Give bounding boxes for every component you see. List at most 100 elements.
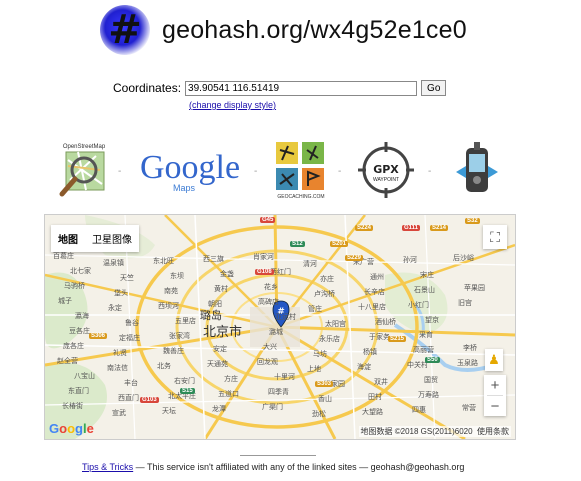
map-place-label: 望京: [425, 317, 439, 324]
map-place-label: 苹果园: [464, 285, 485, 292]
map-type-control: 地图 卫星图像: [51, 225, 139, 252]
map-place-label: 东直门: [68, 388, 89, 395]
map-place-label: 百葛庄: [53, 253, 74, 260]
map-place-label: 酒仙桥: [375, 319, 396, 326]
road-shield: S224: [355, 225, 374, 231]
tips-and-tricks-link[interactable]: Tips & Tricks: [82, 462, 133, 472]
coordinates-input[interactable]: [185, 80, 418, 96]
separator: -: [428, 166, 432, 177]
road-shield: G103: [140, 397, 159, 403]
openstreetmap-label: OpenStreetMap: [63, 144, 106, 150]
google-watermark: Google: [49, 421, 94, 436]
map-place-label: 永乐店: [319, 336, 340, 343]
gpx-waypoint-link[interactable]: GPX WAYPOINT: [356, 140, 416, 200]
map-place-label: 田村: [368, 394, 382, 401]
map-place-label: 广渠门: [262, 404, 283, 411]
map-place-label: 八宝山: [74, 373, 95, 380]
map-view[interactable]: # 百葛庄 温泉镇 东北旺 西三旗 肖家河 清河 来广营 孙河 后沙峪 北七家 天竺 东坝 金盏 西红门亦…: [44, 214, 516, 440]
map-place-label: 卢沟桥: [314, 291, 335, 298]
map-place-label: 十八里店: [358, 304, 386, 311]
map-place-label: 张家湾: [169, 333, 190, 340]
zoom-control: + −: [484, 375, 506, 416]
hash-glyph: #: [108, 7, 142, 53]
map-place-label: 清河: [303, 261, 317, 268]
coordinates-label: Coordinates:: [113, 81, 182, 95]
map-place-label: 石景山: [414, 287, 435, 294]
google-maps-logo-icon: Google Maps: [140, 149, 240, 193]
map-place-label: 香山: [318, 396, 332, 403]
zoom-out-button[interactable]: −: [484, 396, 506, 416]
map-place-label: 管庄: [308, 306, 322, 313]
road-shield: S32: [465, 218, 480, 224]
map-place-label: 常营: [462, 405, 476, 412]
map-place-label: 杨镇: [363, 349, 377, 356]
road-shield: S15: [180, 388, 195, 394]
go-button[interactable]: Go: [421, 80, 447, 96]
map-place-label: 宣武: [112, 410, 126, 417]
map-place-label: 上地: [307, 366, 321, 373]
fullscreen-icon[interactable]: ⛶: [483, 225, 507, 249]
zoom-in-button[interactable]: +: [484, 375, 506, 395]
road-shield: S12: [290, 241, 305, 247]
map-place-label: 右安门: [174, 378, 195, 385]
road-shield: S229: [345, 255, 364, 261]
change-display-style-link[interactable]: (change display style): [189, 100, 276, 110]
map-attribution: 地图数据 ©2018 GS(2011)6020 使用条款: [358, 426, 511, 437]
separator: -: [254, 166, 258, 177]
geocaching-logo-icon: GEOCACHING.COM: [276, 142, 325, 200]
map-place-label: 花乡: [264, 284, 278, 291]
terms-link[interactable]: 使用条款: [477, 427, 509, 436]
road-shield: S201: [330, 241, 349, 247]
map-place-label: 黄村: [214, 286, 228, 293]
road-shield: S215: [388, 336, 407, 342]
map-place-label: 大望路: [362, 409, 383, 416]
map-place-label: 西三旗: [203, 256, 224, 263]
coordinates-form: Coordinates: Go: [113, 80, 447, 96]
map-place-label: 垡头: [114, 290, 128, 297]
map-place-label: 孙河: [403, 257, 417, 264]
map-type-satellite[interactable]: 卫星图像: [85, 225, 139, 252]
geohash-logo[interactable]: #: [100, 5, 150, 55]
map-place-label: 亚运村: [275, 314, 296, 321]
map-place-label: 李桥: [463, 345, 477, 352]
separator: -: [118, 166, 122, 177]
map-place-label: 玉泉路: [457, 360, 478, 367]
map-place-label: 五里店: [175, 318, 196, 325]
map-place-label: 通州: [370, 274, 384, 281]
map-type-roadmap[interactable]: 地图: [51, 225, 85, 252]
gps-device-icon: [456, 142, 498, 192]
road-shield: G108: [255, 269, 274, 275]
footer: Tips & Tricks — This service isn't affil…: [82, 462, 464, 472]
gps-device-link[interactable]: [452, 140, 502, 200]
map-place-label: 高碑店: [258, 299, 279, 306]
map-place-label: 长辛店: [364, 289, 385, 296]
google-maps-sub: Maps: [173, 183, 196, 193]
road-shield: G111: [402, 225, 421, 231]
map-place-label: 瀛海: [75, 313, 89, 320]
google-maps-link[interactable]: Google Maps: [134, 140, 246, 200]
gpx-waypoint-icon: GPX WAYPOINT: [358, 142, 414, 198]
map-place-label: 西坝河: [158, 303, 179, 310]
openstreetmap-link[interactable]: OpenStreetMap: [56, 140, 112, 200]
city-label: 北京市: [203, 324, 243, 339]
map-place-label: 万寿路: [418, 392, 439, 399]
road-shield: S303: [315, 381, 334, 387]
map-place-label: 西直门: [118, 395, 139, 402]
map-place-label: 国贸: [424, 377, 438, 384]
geocaching-link[interactable]: GEOCACHING.COM: [272, 140, 330, 200]
attribution-text: 地图数据 ©2018 GS(2011)6020: [360, 427, 473, 436]
map-place-label: 回龙观: [257, 359, 278, 366]
header: # geohash.org/wx4g52e1ce0: [100, 2, 467, 58]
map-place-label: 小红门: [408, 302, 429, 309]
map-place-label: 于家务: [369, 334, 390, 341]
map-place-label: 高丽营: [413, 347, 434, 354]
street-view-pegman-icon[interactable]: ♟: [485, 349, 503, 371]
gpx-label: GPX: [373, 163, 399, 176]
map-place-label: 潞城: [269, 329, 283, 336]
map-place-label: 北七家: [70, 268, 91, 275]
map-place-label: 东北旺: [153, 258, 174, 265]
page-title: geohash.org/wx4g52e1ce0: [162, 15, 467, 44]
map-place-label: 五道口: [218, 391, 239, 398]
map-place-label: 南苑: [164, 288, 178, 295]
map-place-label: 南法信: [107, 365, 128, 372]
